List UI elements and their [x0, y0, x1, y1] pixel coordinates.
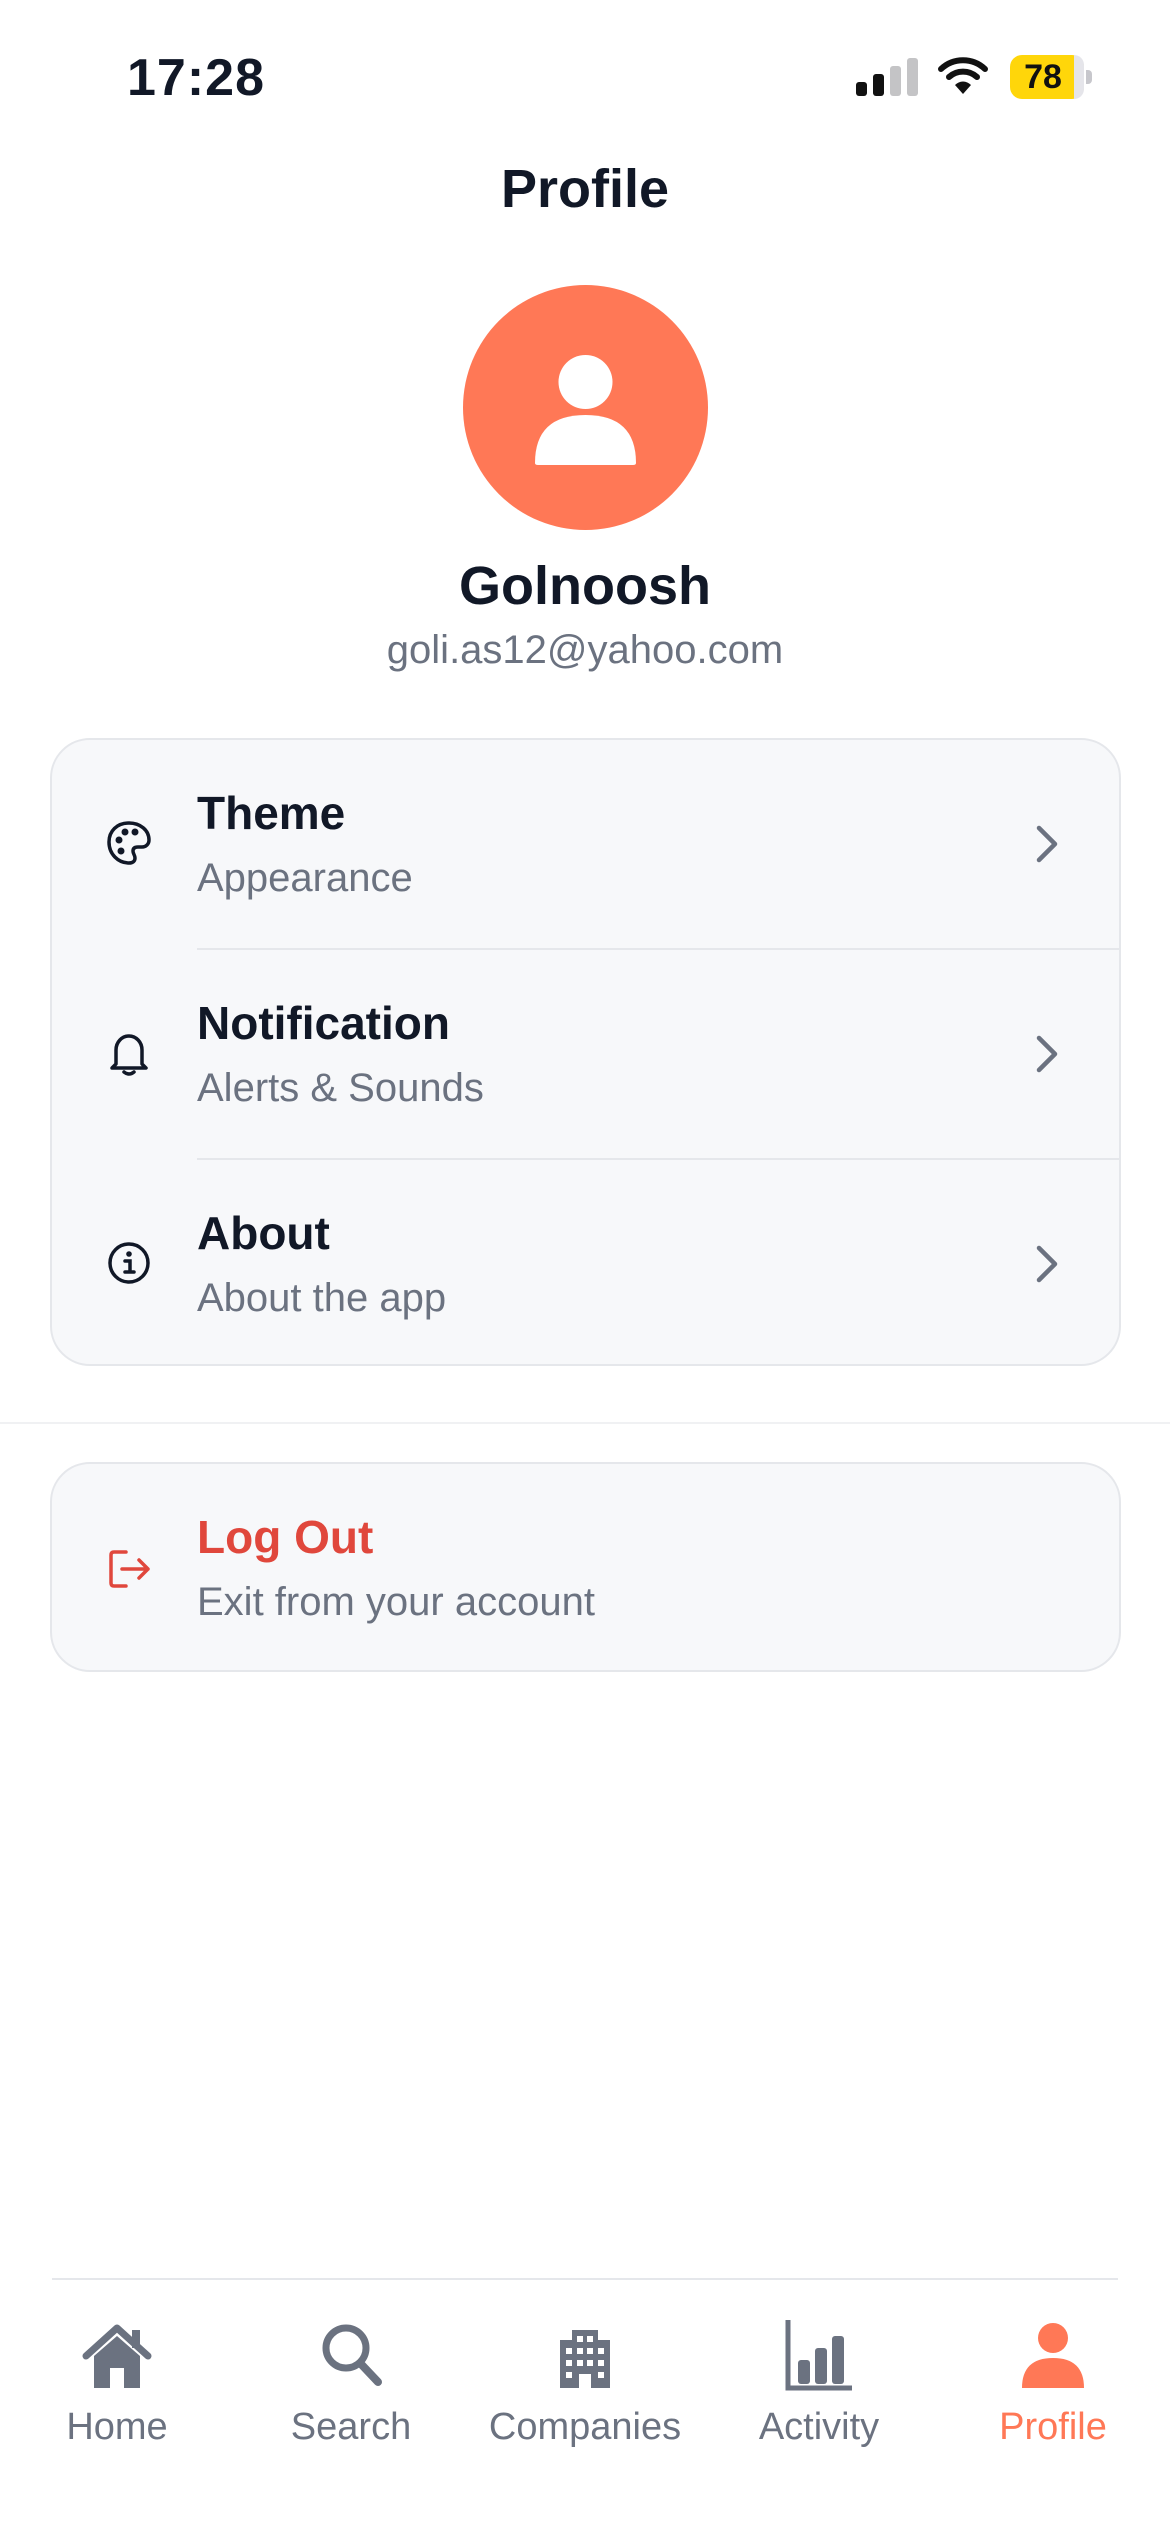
chevron-right-icon	[1036, 1035, 1058, 1073]
battery-level: 78	[1024, 58, 1062, 96]
home-icon	[82, 2324, 152, 2388]
tab-label: Profile	[999, 2406, 1107, 2448]
tab-bar-divider	[52, 2278, 1118, 2280]
tab-profile[interactable]: Profile	[936, 2318, 1170, 2458]
palette-icon	[107, 821, 151, 865]
settings-item-title: About	[197, 1207, 330, 1259]
settings-item-subtitle: Appearance	[197, 856, 413, 900]
building-icon	[560, 2330, 610, 2388]
settings-item-notification[interactable]: Notification Alerts & Sounds	[52, 950, 1119, 1158]
settings-item-title: Notification	[197, 997, 450, 1049]
bell-icon	[110, 1034, 148, 1076]
tab-search[interactable]: Search	[234, 2318, 468, 2458]
settings-item-title: Theme	[197, 787, 346, 839]
chevron-right-icon	[1036, 825, 1058, 863]
settings-item-about[interactable]: About About the app	[52, 1160, 1119, 1364]
tab-home[interactable]: Home	[0, 2318, 234, 2458]
tab-label: Home	[66, 2406, 168, 2448]
tab-label: Search	[290, 2406, 412, 2448]
section-divider	[0, 1422, 1170, 1424]
status-bar: 17:28 78	[0, 0, 1170, 150]
logout-title: Log Out	[197, 1511, 374, 1563]
settings-item-theme[interactable]: Theme Appearance	[52, 740, 1119, 948]
settings-card: Theme Appearance Notification Alerts & S…	[50, 738, 1121, 1366]
info-icon	[108, 1242, 150, 1284]
profile-name: Golnoosh	[459, 556, 711, 616]
tab-companies[interactable]: Companies	[468, 2318, 702, 2458]
tab-label: Activity	[758, 2406, 880, 2448]
logout-button[interactable]: Log Out Exit from your account	[50, 1462, 1121, 1672]
status-time: 17:28	[127, 49, 265, 107]
tab-activity[interactable]: Activity	[702, 2318, 936, 2458]
battery-icon: 78	[1010, 55, 1092, 99]
logout-icon	[109, 1550, 150, 1588]
tab-label: Companies	[488, 2406, 682, 2448]
settings-item-subtitle: Alerts & Sounds	[197, 1066, 484, 1110]
person-icon	[1022, 2323, 1084, 2388]
avatar[interactable]	[463, 285, 708, 530]
logout-row: Log Out Exit from your account	[52, 1464, 1119, 1670]
wifi-icon	[938, 57, 988, 94]
settings-item-subtitle: About the app	[197, 1276, 447, 1320]
chevron-right-icon	[1036, 1245, 1058, 1283]
search-icon	[322, 2324, 382, 2386]
cellular-signal-icon	[856, 58, 918, 96]
bar-chart-icon	[785, 2320, 852, 2391]
profile-email: goli.as12@yahoo.com	[386, 628, 784, 672]
logout-subtitle: Exit from your account	[197, 1580, 595, 1624]
person-icon	[535, 355, 636, 465]
profile-screen: 17:28 78 Profile Golnoosh goli.as12@yaho…	[0, 0, 1170, 2532]
page-title: Profile	[500, 159, 670, 219]
